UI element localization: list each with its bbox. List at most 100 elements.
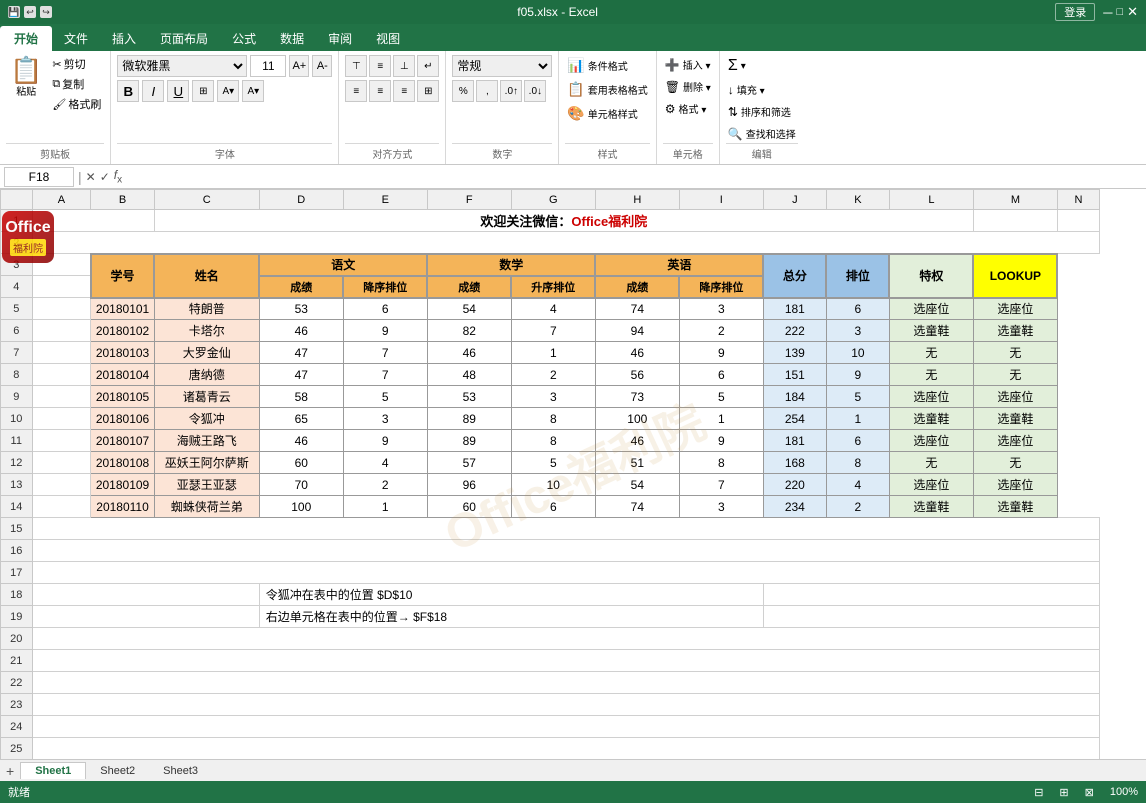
cell-m7[interactable]: 无 [889, 342, 973, 364]
cell-l7[interactable]: 10 [826, 342, 889, 364]
row-18-rest[interactable] [763, 584, 1099, 606]
tab-formulas[interactable]: 公式 [220, 26, 268, 51]
view-page-break-icon[interactable]: ⊠ [1085, 786, 1094, 799]
cell-j5[interactable]: 3 [679, 298, 763, 320]
cell-f9[interactable]: 5 [343, 386, 427, 408]
cell-c5[interactable]: 20180101 [91, 298, 154, 320]
cell-m11[interactable]: 选座位 [889, 430, 973, 452]
cell-f13[interactable]: 2 [343, 474, 427, 496]
view-layout-icon[interactable]: ⊞ [1059, 786, 1068, 799]
cell-i9[interactable]: 73 [595, 386, 679, 408]
cell-d6[interactable]: 卡塔尔 [154, 320, 259, 342]
copy-button[interactable]: ⧉ 复制 [49, 75, 104, 93]
font-size-input[interactable] [250, 55, 286, 77]
cell-j13[interactable]: 7 [679, 474, 763, 496]
cell-h13[interactable]: 10 [511, 474, 595, 496]
italic-button[interactable]: I [142, 80, 164, 102]
maximize-button[interactable]: □ [1116, 6, 1123, 18]
cell-d5[interactable]: 特朗普 [154, 298, 259, 320]
cell-f14[interactable]: 1 [343, 496, 427, 518]
view-normal-icon[interactable]: ⊟ [1034, 786, 1043, 799]
cell-k8[interactable]: 151 [763, 364, 826, 386]
sheet-scroll-area[interactable]: Office福利院 Office 福利院 [0, 189, 1146, 759]
cell-h14[interactable]: 6 [511, 496, 595, 518]
cell-g14[interactable]: 60 [427, 496, 511, 518]
cell-k5[interactable]: 181 [763, 298, 826, 320]
cell-l5[interactable]: 6 [826, 298, 889, 320]
delete-cells-button[interactable]: 🗑删除 ▾ [663, 77, 713, 96]
cell-f7[interactable]: 7 [343, 342, 427, 364]
cut-button[interactable]: ✂ 剪切 [49, 55, 104, 73]
cell-m1[interactable] [973, 210, 1057, 232]
insert-cells-button[interactable]: ➕插入 ▾ [663, 55, 713, 74]
cell-l8[interactable]: 9 [826, 364, 889, 386]
row-18-a[interactable] [32, 584, 259, 606]
merge-cells-button[interactable]: ⊞ [417, 80, 439, 102]
row-16-cells[interactable] [32, 540, 1100, 562]
tab-page-layout[interactable]: 页面布局 [148, 26, 220, 51]
cell-c10[interactable]: 20180106 [91, 408, 154, 430]
tab-home[interactable]: 开始 [0, 26, 52, 51]
cell-n5[interactable]: 选座位 [973, 298, 1057, 320]
paste-button[interactable]: 📋 粘贴 [6, 55, 46, 100]
cell-k7[interactable]: 139 [763, 342, 826, 364]
cell-l9[interactable]: 5 [826, 386, 889, 408]
minimize-button[interactable]: ─ [1103, 5, 1112, 20]
confirm-input-icon[interactable]: ✓ [100, 170, 110, 184]
cell-c12[interactable]: 20180108 [91, 452, 154, 474]
row-17-cells[interactable] [32, 562, 1100, 584]
cell-j8[interactable]: 6 [679, 364, 763, 386]
cell-d8[interactable]: 唐纳德 [154, 364, 259, 386]
cell-d14[interactable]: 蜘蛛侠荷兰弟 [154, 496, 259, 518]
cell-g11[interactable]: 89 [427, 430, 511, 452]
cell-e11[interactable]: 46 [259, 430, 343, 452]
cell-a12[interactable] [32, 452, 91, 474]
tab-review[interactable]: 审阅 [316, 26, 364, 51]
cell-m6[interactable]: 选童鞋 [889, 320, 973, 342]
cell-e9[interactable]: 58 [259, 386, 343, 408]
cell-j14[interactable]: 3 [679, 496, 763, 518]
cell-k9[interactable]: 184 [763, 386, 826, 408]
cell-g6[interactable]: 82 [427, 320, 511, 342]
cell-i7[interactable]: 46 [595, 342, 679, 364]
align-middle-button[interactable]: ≡ [369, 55, 391, 77]
wrap-text-button[interactable]: ↵ [417, 55, 439, 77]
cell-n9[interactable]: 选座位 [973, 386, 1057, 408]
cell-l11[interactable]: 6 [826, 430, 889, 452]
cell-f12[interactable]: 4 [343, 452, 427, 474]
cell-k14[interactable]: 234 [763, 496, 826, 518]
quick-access-redo[interactable]: ↪ [40, 6, 52, 18]
cell-e8[interactable]: 47 [259, 364, 343, 386]
cell-i14[interactable]: 74 [595, 496, 679, 518]
number-format-select[interactable]: 常规 [452, 55, 552, 77]
cell-i11[interactable]: 46 [595, 430, 679, 452]
cell-f6[interactable]: 9 [343, 320, 427, 342]
tab-view[interactable]: 视图 [364, 26, 412, 51]
cell-a3[interactable] [32, 254, 91, 276]
comma-button[interactable]: , [476, 80, 498, 102]
cell-m9[interactable]: 选座位 [889, 386, 973, 408]
cell-c13[interactable]: 20180109 [91, 474, 154, 496]
cell-n6[interactable]: 选童鞋 [973, 320, 1057, 342]
cell-j7[interactable]: 9 [679, 342, 763, 364]
fill-button[interactable]: ↓填充 ▾ [726, 80, 798, 99]
cell-n10[interactable]: 选童鞋 [973, 408, 1057, 430]
cell-a10[interactable] [32, 408, 91, 430]
cell-g12[interactable]: 57 [427, 452, 511, 474]
cell-k10[interactable]: 254 [763, 408, 826, 430]
cell-d13[interactable]: 亚瑟王亚瑟 [154, 474, 259, 496]
align-right-button[interactable]: ≡ [393, 80, 415, 102]
cell-i8[interactable]: 56 [595, 364, 679, 386]
cell-e10[interactable]: 65 [259, 408, 343, 430]
cell-i6[interactable]: 94 [595, 320, 679, 342]
align-center-button[interactable]: ≡ [369, 80, 391, 102]
cell-c11[interactable]: 20180107 [91, 430, 154, 452]
cell-j10[interactable]: 1 [679, 408, 763, 430]
cell-g7[interactable]: 46 [427, 342, 511, 364]
tab-file[interactable]: 文件 [52, 26, 100, 51]
cell-j6[interactable]: 2 [679, 320, 763, 342]
font-name-select[interactable]: 微软雅黑 [117, 55, 247, 77]
cell-g13[interactable]: 96 [427, 474, 511, 496]
format-painter-button[interactable]: 🖌 格式刷 [49, 95, 104, 113]
sum-button[interactable]: Σ▾ [726, 55, 798, 77]
